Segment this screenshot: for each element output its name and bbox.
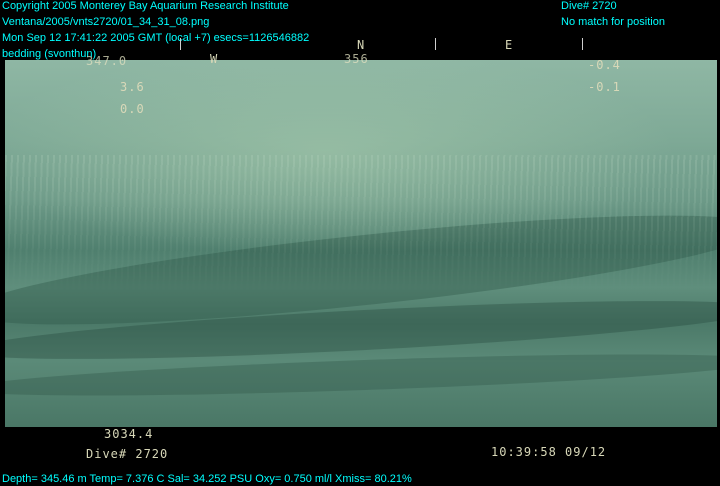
- file-path-text: Ventana/2005/vnts2720/01_34_31_08.png: [2, 16, 210, 28]
- right-value-1: -0.4: [588, 58, 621, 72]
- seafloor-video-frame: [5, 60, 717, 427]
- left-value-2: 0.0: [120, 102, 145, 116]
- filamentous-mat: [5, 155, 717, 295]
- heading-tick: [180, 38, 181, 50]
- heading-value: 356: [344, 52, 369, 66]
- dive-number-text: Dive# 2720: [561, 0, 617, 12]
- dive-stamp: Dive# 2720: [86, 447, 169, 461]
- copyright-text: Copyright 2005 Monterey Bay Aquarium Res…: [2, 0, 289, 12]
- annotation-text: bedding (svonthun): [2, 48, 97, 60]
- compass-east-label: E: [505, 38, 514, 52]
- heading-tick: [582, 38, 583, 50]
- depth-readout: 3034.4: [104, 427, 154, 441]
- heading-tick: [435, 38, 436, 50]
- datetime-text: Mon Sep 12 17:41:22 2005 GMT (local +7) …: [2, 32, 310, 44]
- position-note-text: No match for position: [561, 16, 665, 28]
- top-left-value: 347.0: [86, 54, 128, 68]
- sensor-readout-text: Depth= 345.46 m Temp= 7.376 C Sal= 34.25…: [2, 473, 412, 485]
- left-value-1: 3.6: [120, 80, 145, 94]
- compass-west-label: W: [210, 52, 219, 66]
- right-value-2: -0.1: [588, 80, 621, 94]
- compass-north-label: N: [357, 38, 366, 52]
- camera-timestamp: 10:39:58 09/12: [491, 445, 607, 459]
